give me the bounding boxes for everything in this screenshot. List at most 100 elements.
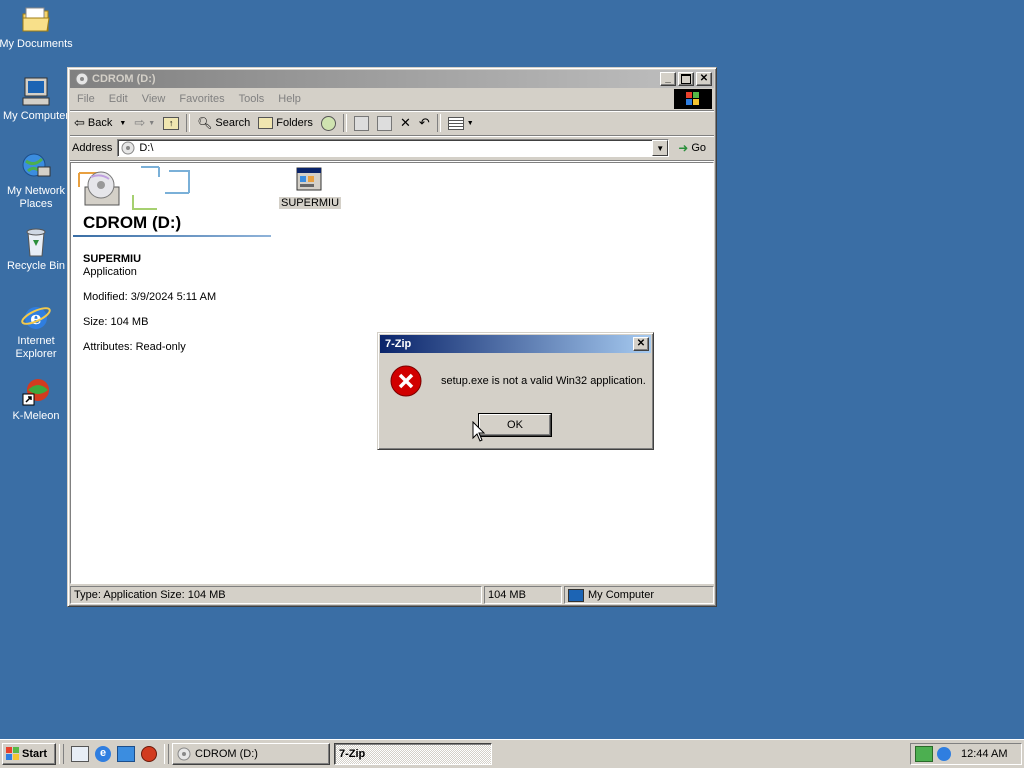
close-button[interactable]: ✕ — [696, 72, 712, 86]
menu-edit[interactable]: Edit — [102, 93, 135, 105]
minimize-button[interactable]: _ — [660, 72, 676, 86]
taskbar-item-7zip[interactable]: 7-Zip — [334, 743, 492, 765]
outlook-express-icon[interactable] — [117, 746, 135, 762]
k-meleon-icon[interactable] — [141, 746, 157, 762]
show-desktop-icon[interactable] — [71, 746, 89, 762]
copy-to-button[interactable] — [373, 113, 396, 133]
dialog-title: 7-Zip — [385, 338, 412, 350]
status-info: Type: Application Size: 104 MB — [70, 586, 482, 604]
recycle-bin-icon — [20, 226, 52, 258]
address-dropdown-button[interactable]: ▼ — [652, 140, 669, 156]
internet-explorer-icon[interactable]: e — [95, 746, 111, 762]
address-label: Address — [72, 142, 113, 154]
selected-item-name: SUPERMIU — [83, 253, 142, 265]
details-panel: CDROM (D:) SUPERMIU Application Modified… — [71, 163, 273, 583]
internet-explorer-icon: e — [20, 301, 52, 333]
up-folder-icon: ↑ — [163, 116, 180, 130]
back-button[interactable]: ⇦ Back ▼ — [70, 113, 130, 133]
ok-button[interactable]: OK — [478, 413, 552, 437]
chevron-down-icon: ▼ — [148, 119, 156, 127]
history-button[interactable] — [317, 113, 340, 133]
explorer-titlebar[interactable]: CDROM (D:) _ ✕ — [70, 70, 714, 88]
forward-button[interactable]: ⇨ ▼ — [130, 113, 159, 133]
go-button[interactable]: ➜ Go — [672, 138, 712, 158]
maximize-button[interactable] — [678, 72, 694, 86]
status-zone: My Computer — [564, 586, 714, 604]
views-icon — [447, 116, 464, 130]
up-folder-button[interactable]: ↑ — [159, 113, 183, 133]
copy-to-icon — [376, 115, 392, 131]
address-input[interactable]: D:\ ▼ — [117, 139, 670, 157]
desktop-icon-my-network-places[interactable]: My Network Places — [0, 151, 74, 211]
desktop-icon-my-computer[interactable]: My Computer — [0, 76, 74, 123]
address-value: D:\ — [139, 142, 154, 154]
desktop-icon-k-meleon[interactable]: K-Meleon — [0, 376, 74, 423]
minimize-icon: _ — [665, 73, 671, 84]
error-dialog: 7-Zip ✕ setup.exe is not a valid Win32 a… — [377, 332, 654, 450]
views-button[interactable]: ▼ — [444, 113, 478, 133]
folder-icon — [20, 4, 52, 36]
menu-file[interactable]: File — [70, 93, 102, 105]
selected-item-modified: Modified: 3/9/2024 5:11 AM — [83, 291, 217, 303]
k-meleon-icon — [20, 376, 52, 408]
selected-item-size: Size: 104 MB — [83, 316, 149, 328]
dialog-close-button[interactable]: ✕ — [633, 337, 649, 351]
selected-item-attributes: Attributes: Read-only — [83, 341, 186, 353]
quick-launch: e — [67, 746, 161, 762]
menu-tools[interactable]: Tools — [232, 93, 272, 105]
status-size: 104 MB — [484, 586, 562, 604]
taskbar: Start e CDROM (D:) 7-Zip 12:44 AM — [0, 739, 1024, 768]
desktop-icon-my-documents[interactable]: My Documents — [0, 4, 74, 51]
desktop-icon-recycle-bin[interactable]: Recycle Bin — [0, 226, 74, 273]
cdrom-icon — [75, 72, 89, 86]
move-to-icon — [353, 115, 369, 131]
close-icon: ✕ — [636, 338, 646, 349]
menu-favorites[interactable]: Favorites — [172, 93, 231, 105]
forward-arrow-icon: ⇨ — [134, 115, 146, 130]
network-icon — [20, 151, 52, 183]
system-tray: 12:44 AM — [910, 743, 1022, 765]
computer-icon — [20, 76, 52, 108]
go-arrow-icon: ➜ — [678, 141, 689, 155]
dialog-message: setup.exe is not a valid Win32 applicati… — [441, 375, 646, 387]
mouse-cursor — [472, 420, 486, 443]
menu-view[interactable]: View — [135, 93, 173, 105]
standard-toolbar: ⇦ Back ▼ ⇨ ▼ ↑ 🔍︎ Search Folders ✕ ↶ ▼ — [70, 111, 714, 136]
dialog-titlebar[interactable]: 7-Zip ✕ — [380, 335, 651, 353]
folders-button[interactable]: Folders — [254, 113, 317, 133]
windows-logo-icon — [674, 89, 712, 109]
computer-icon — [568, 588, 584, 602]
back-arrow-icon: ⇦ — [74, 115, 85, 130]
maximize-icon — [681, 74, 691, 84]
volume-tray-icon[interactable] — [937, 747, 951, 761]
chevron-down-icon: ▼ — [656, 143, 665, 153]
menu-help[interactable]: Help — [271, 93, 308, 105]
explorer-title: CDROM (D:) — [92, 73, 156, 85]
panel-heading: CDROM (D:) — [83, 213, 182, 232]
desktop-icon-internet-explorer[interactable]: e Internet Explorer — [0, 301, 74, 361]
undo-button[interactable]: ↶ — [415, 113, 434, 133]
cdrom-banner-icon — [73, 165, 193, 211]
taskbar-item-cdrom[interactable]: CDROM (D:) — [172, 743, 330, 765]
error-icon — [390, 365, 422, 397]
panel-divider — [73, 235, 271, 237]
undo-icon: ↶ — [418, 115, 430, 130]
selected-item-type: Application — [83, 266, 137, 278]
start-button[interactable]: Start — [2, 743, 56, 765]
move-to-button[interactable] — [350, 113, 373, 133]
close-icon: ✕ — [699, 73, 709, 84]
folders-icon — [258, 117, 274, 129]
network-tray-icon[interactable] — [915, 746, 933, 762]
menu-bar: File Edit View Favorites Tools Help — [70, 88, 714, 111]
search-button[interactable]: 🔍︎ Search — [193, 113, 254, 133]
chevron-down-icon[interactable]: ▼ — [115, 120, 126, 127]
delete-icon: ✕ — [399, 115, 411, 130]
file-item-supermiu[interactable]: SUPERMIU — [279, 165, 342, 209]
chevron-down-icon: ▼ — [466, 119, 474, 127]
application-icon — [293, 165, 325, 197]
file-item-label: SUPERMIU — [279, 197, 342, 209]
windows-logo-icon — [6, 747, 20, 761]
delete-button[interactable]: ✕ — [396, 113, 415, 133]
clock[interactable]: 12:44 AM — [961, 748, 1007, 760]
cdrom-icon — [177, 747, 191, 761]
